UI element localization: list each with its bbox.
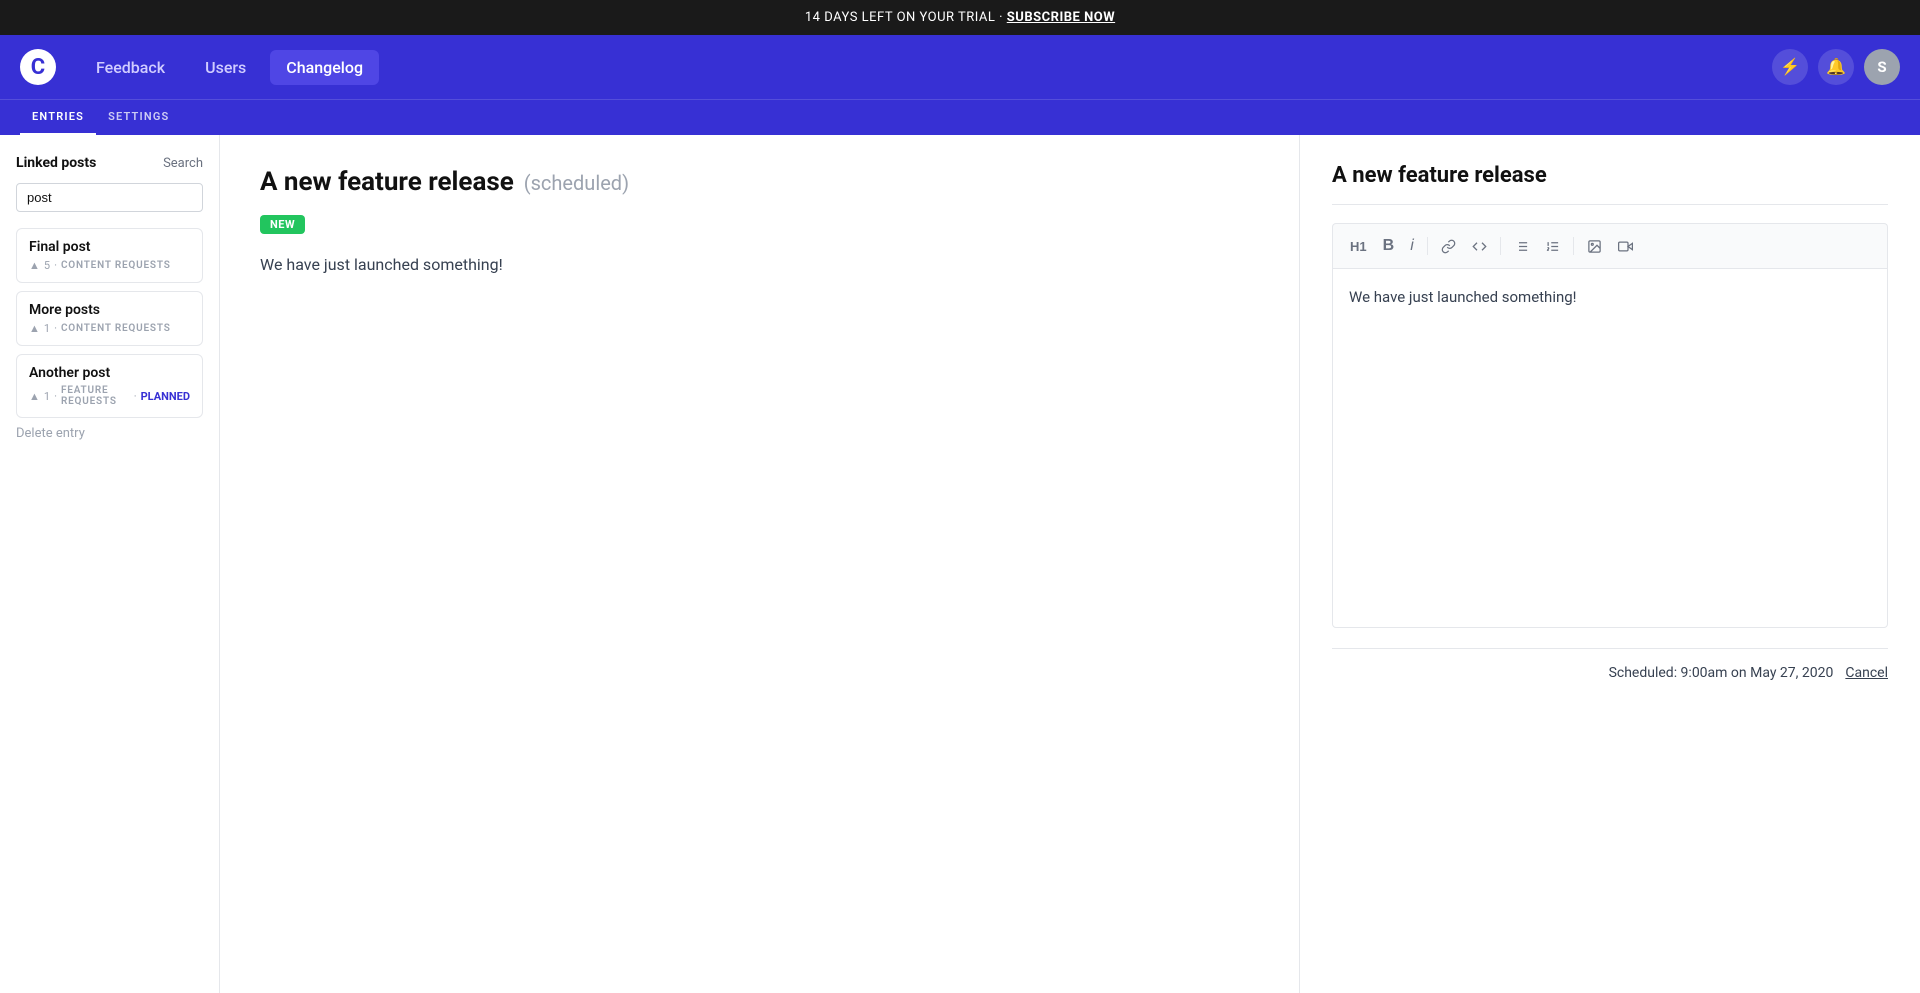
lightning-button[interactable]: ⚡	[1772, 49, 1808, 85]
cancel-link[interactable]: Cancel	[1845, 665, 1888, 681]
entry-title-row: A new feature release (scheduled)	[260, 167, 1259, 197]
post-meta: ▲ 5 · CONTENT REQUESTS	[29, 259, 190, 272]
toolbar-h1[interactable]: H1	[1345, 236, 1372, 257]
toolbar-bold[interactable]: B	[1378, 234, 1400, 258]
post-category: CONTENT REQUESTS	[61, 260, 171, 271]
toolbar-sep-1	[1427, 237, 1428, 255]
scheduled-text: Scheduled: 9:00am on May 27, 2020	[1609, 665, 1834, 681]
avatar-button[interactable]: S	[1864, 49, 1900, 85]
trial-text: 14 DAYS LEFT ON YOUR TRIAL ·	[805, 10, 1007, 25]
nav-feedback[interactable]: Feedback	[80, 50, 181, 85]
post-meta: ▲ 1 · CONTENT REQUESTS	[29, 322, 190, 335]
entry-body: We have just launched something!	[260, 252, 1259, 278]
editor-toolbar: H1 B i	[1332, 223, 1888, 268]
toolbar-ul[interactable]	[1509, 236, 1534, 257]
list-item[interactable]: Another post ▲ 1 · FEATURE REQUESTS · PL…	[16, 354, 203, 418]
vote-count: 1	[44, 390, 50, 403]
toolbar-video[interactable]	[1613, 236, 1638, 257]
toolbar-italic[interactable]: i	[1405, 234, 1419, 258]
post-title: Final post	[29, 239, 190, 255]
nav-right: ⚡ 🔔 S	[1772, 49, 1900, 85]
upvote-icon: ▲	[29, 259, 40, 272]
search-input[interactable]	[16, 183, 203, 212]
editor-footer: Scheduled: 9:00am on May 27, 2020 Cancel	[1332, 648, 1888, 681]
post-title: Another post	[29, 365, 190, 381]
toolbar-link[interactable]	[1436, 236, 1461, 257]
vote-count: 1	[44, 322, 50, 335]
editor-title: A new feature release	[1332, 163, 1888, 205]
post-title: More posts	[29, 302, 190, 318]
vote-count: 5	[44, 259, 50, 272]
entry-status: (scheduled)	[524, 171, 629, 195]
subscribe-link[interactable]: SUBSCRIBE NOW	[1007, 10, 1115, 25]
main-layout: Linked posts Search Final post ▲ 5 · CON…	[0, 135, 1920, 993]
bell-icon: 🔔	[1826, 57, 1846, 77]
sidebar: Linked posts Search Final post ▲ 5 · CON…	[0, 135, 220, 993]
post-category: FEATURE REQUESTS	[61, 385, 130, 407]
sub-nav: ENTRIES SETTINGS	[0, 99, 1920, 135]
nav-changelog[interactable]: Changelog	[270, 50, 379, 85]
center-content: A new feature release (scheduled) NEW We…	[220, 135, 1300, 993]
toolbar-sep-3	[1573, 237, 1574, 255]
right-panel: A new feature release H1 B i	[1300, 135, 1920, 993]
toolbar-sep-2	[1500, 237, 1501, 255]
nav-users[interactable]: Users	[189, 50, 262, 85]
trial-banner: 14 DAYS LEFT ON YOUR TRIAL · SUBSCRIBE N…	[0, 0, 1920, 35]
new-badge: NEW	[260, 215, 305, 234]
post-meta: ▲ 1 · FEATURE REQUESTS · PLANNED	[29, 385, 190, 407]
top-nav: C Feedback Users Changelog ⚡ 🔔 S	[0, 35, 1920, 99]
subnav-entries[interactable]: ENTRIES	[20, 100, 96, 135]
sidebar-header: Linked posts Search	[16, 155, 203, 171]
editor-body[interactable]: We have just launched something!	[1332, 268, 1888, 628]
list-item[interactable]: More posts ▲ 1 · CONTENT REQUESTS	[16, 291, 203, 346]
upvote-icon: ▲	[29, 322, 40, 335]
entry-title: A new feature release	[260, 167, 514, 197]
delete-entry-link[interactable]: Delete entry	[16, 426, 203, 441]
toolbar-image[interactable]	[1582, 236, 1607, 257]
nav-links: Feedback Users Changelog	[80, 50, 1772, 85]
search-link[interactable]: Search	[163, 156, 203, 171]
planned-badge: PLANNED	[141, 390, 190, 403]
sidebar-title: Linked posts	[16, 155, 96, 171]
logo[interactable]: C	[20, 49, 56, 85]
subnav-settings[interactable]: SETTINGS	[96, 100, 181, 135]
toolbar-code[interactable]	[1467, 236, 1492, 257]
post-category: CONTENT REQUESTS	[61, 323, 171, 334]
lightning-icon: ⚡	[1780, 57, 1800, 77]
bell-button[interactable]: 🔔	[1818, 49, 1854, 85]
toolbar-ol[interactable]	[1540, 236, 1565, 257]
upvote-icon: ▲	[29, 390, 40, 403]
list-item[interactable]: Final post ▲ 5 · CONTENT REQUESTS	[16, 228, 203, 283]
